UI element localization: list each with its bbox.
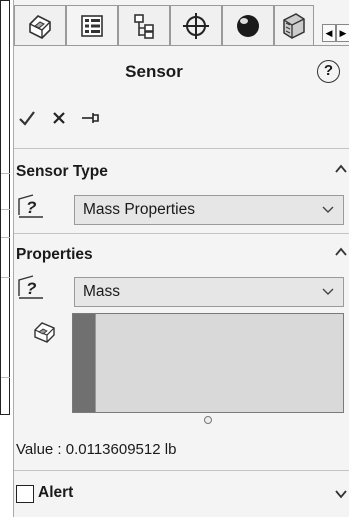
collapse-caret-icon[interactable] — [334, 241, 348, 269]
sensor-type-icon: ? — [18, 194, 43, 218]
selection-list-box[interactable] — [72, 313, 344, 413]
cancel-button[interactable] — [46, 105, 72, 131]
tab-dimxpert-manager[interactable] — [170, 5, 222, 45]
sensor-type-select[interactable]: Mass Properties — [74, 195, 344, 225]
close-icon — [53, 112, 65, 124]
divider — [1, 277, 10, 278]
tab-feature-manager[interactable] — [14, 5, 66, 45]
property-select[interactable]: Mass — [74, 277, 344, 307]
expand-caret-icon[interactable] — [334, 487, 348, 501]
tab-cam-manager[interactable] — [274, 5, 314, 45]
property-icon: ? — [18, 275, 43, 299]
divider — [1, 209, 10, 210]
sensor-type-section-header[interactable]: Sensor Type — [14, 158, 349, 186]
svg-text:?: ? — [26, 279, 37, 298]
background-panel-edge — [0, 0, 10, 415]
tab-display-manager[interactable] — [222, 5, 274, 45]
alert-checkbox[interactable] — [16, 485, 34, 503]
divider — [1, 377, 10, 378]
properties-section-header[interactable]: Properties — [14, 241, 349, 269]
property-manager-panel: ◀ ▶ Sensor ? Sensor Type ? Mass Properti… — [13, 0, 349, 517]
sensor-value-readout: Value : 0.0113609512 lb — [16, 441, 177, 458]
alert-section-header[interactable]: Alert — [14, 480, 349, 510]
configuration-manager-icon — [134, 13, 154, 39]
dimxpert-icon — [183, 12, 209, 39]
tab-scroll-buttons: ◀ ▶ — [322, 24, 349, 42]
manager-tabs: ◀ ▶ — [14, 0, 349, 45]
list-resize-handle[interactable] — [204, 416, 212, 424]
page-title: Sensor — [125, 62, 183, 81]
cam-manager-icon — [283, 12, 305, 39]
tab-scroll-left-button[interactable]: ◀ — [322, 24, 336, 42]
section-title: Properties — [16, 246, 93, 263]
svg-text:?: ? — [26, 198, 37, 217]
pin-icon — [82, 113, 99, 123]
selection-list-pane[interactable] — [95, 314, 343, 412]
tab-divider — [14, 45, 349, 46]
divider — [1, 237, 10, 238]
chevron-down-icon — [322, 206, 334, 213]
tab-property-manager[interactable] — [66, 5, 118, 45]
section-title: Sensor Type — [16, 163, 108, 180]
property-manager-icon — [81, 14, 103, 37]
tab-scroll-right-button[interactable]: ▶ — [336, 24, 349, 42]
checkmark-icon — [19, 111, 35, 126]
collapse-caret-icon[interactable] — [334, 158, 348, 186]
sensor-type-value: Mass Properties — [83, 201, 195, 218]
part-icon — [34, 322, 55, 343]
divider — [14, 470, 349, 471]
alert-label: Alert — [38, 484, 74, 501]
display-manager-icon — [237, 14, 259, 37]
divider — [1, 173, 10, 174]
ok-button[interactable] — [14, 105, 40, 131]
pin-button[interactable] — [78, 105, 104, 131]
chevron-down-icon — [322, 288, 334, 295]
property-value: Mass — [83, 283, 121, 300]
selection-list-color-bar — [73, 314, 95, 412]
tab-configuration-manager[interactable] — [118, 5, 170, 45]
action-buttons — [14, 105, 134, 131]
feature-manager-icon — [29, 14, 51, 39]
divider — [14, 148, 349, 149]
divider — [14, 233, 349, 234]
help-button[interactable]: ? — [317, 60, 340, 83]
